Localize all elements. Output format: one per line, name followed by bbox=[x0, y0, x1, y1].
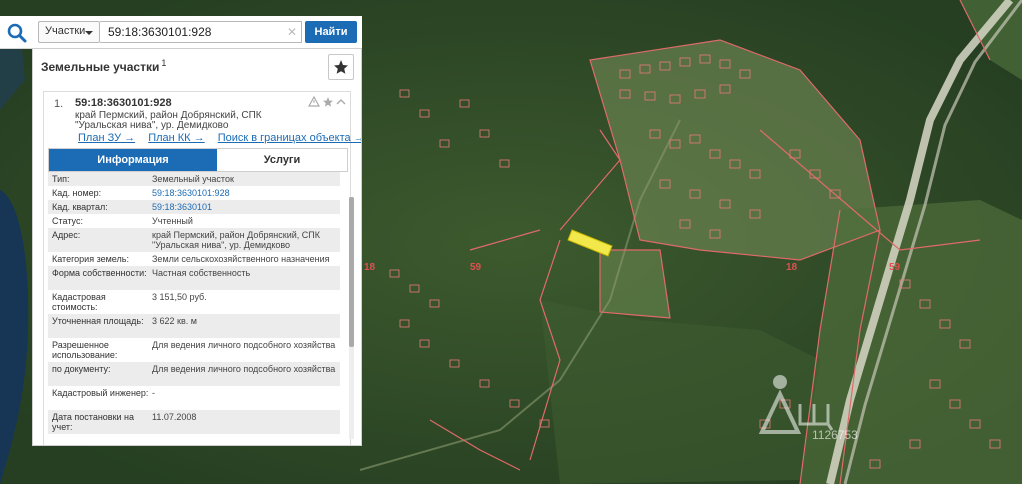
detail-value: 3 622 кв. м bbox=[152, 316, 197, 326]
star-icon[interactable] bbox=[323, 97, 333, 107]
detail-row: Статус: Учтенный bbox=[48, 214, 340, 228]
detail-value: Для ведения личного подсобного хозяйства bbox=[152, 364, 336, 374]
detail-key: Статус: bbox=[52, 216, 83, 226]
cian-logo-icon bbox=[758, 375, 834, 434]
result-address: край Пермский, район Добрянский, СПК "Ур… bbox=[75, 111, 345, 131]
detail-row: Адрес: край Пермский, район Добрянский, С… bbox=[48, 228, 340, 252]
detail-row: Кадастровый инженер: - bbox=[48, 386, 340, 410]
detail-row: Категория земель: Земли сельскохозяйствен… bbox=[48, 252, 340, 266]
scrollbar[interactable] bbox=[349, 197, 354, 439]
detail-tabs: Информация Услуги bbox=[48, 148, 348, 172]
star-icon bbox=[334, 60, 348, 74]
detail-value: Учтенный bbox=[152, 216, 193, 226]
search-input[interactable]: 59:18:3630101:928 bbox=[100, 21, 302, 43]
chevron-down-icon bbox=[85, 31, 93, 35]
detail-row: Уточненная площадь: 3 622 кв. м bbox=[48, 314, 340, 338]
detail-key: Уточненная площадь: bbox=[52, 316, 144, 326]
detail-value: 11.07.2008 bbox=[152, 412, 197, 422]
result-cad-number[interactable]: 59:18:3630101:928 bbox=[75, 97, 172, 109]
detail-row: Кадастровая стоимость: 3 151,50 руб. bbox=[48, 290, 340, 314]
panel-title-text: Земельные участки bbox=[41, 60, 160, 74]
detail-row: Кад. номер: 59:18:3630101:928 bbox=[48, 186, 340, 200]
search-bar: Участки 59:18:3630101:928 ✕ Найти bbox=[0, 16, 362, 49]
collapse-icon[interactable] bbox=[336, 99, 346, 105]
detail-row: Дата постановки на учет: 11.07.2008 bbox=[48, 410, 340, 434]
watermark-id: 1126753 bbox=[812, 428, 858, 442]
detail-key: Кад. номер: bbox=[52, 188, 102, 198]
detail-value-link[interactable]: 59:18:3630101 bbox=[152, 202, 338, 212]
map-label-59-east: 59 bbox=[889, 262, 901, 273]
search-icon[interactable] bbox=[6, 22, 28, 44]
result-index: 1. bbox=[54, 98, 64, 110]
plan-zu-link[interactable]: План ЗУ → bbox=[78, 132, 135, 144]
detail-value: Земельный участок bbox=[152, 174, 234, 184]
clear-icon[interactable]: ✕ bbox=[287, 25, 297, 39]
map-label-59: 59 bbox=[470, 262, 482, 273]
detail-value: 3 151,50 руб. bbox=[152, 292, 207, 302]
results-panel: Земельные участки 1 1. 59:18:3630101:928 … bbox=[32, 48, 362, 446]
detail-row: Тип: Земельный участок bbox=[48, 172, 340, 186]
detail-key: Форма собственности: bbox=[52, 268, 147, 278]
detail-value: Земли сельскохозяйственного назначения bbox=[152, 254, 330, 264]
scrollbar-thumb[interactable] bbox=[349, 197, 354, 347]
search-in-bounds-link[interactable]: Поиск в границах объекта → bbox=[218, 132, 361, 144]
detail-row: по документу: Для ведения личного подсобн… bbox=[48, 362, 340, 386]
detail-key: Кадастровая стоимость: bbox=[52, 292, 106, 312]
object-type-select[interactable]: Участки bbox=[38, 21, 100, 43]
map-label-18: 18 bbox=[364, 262, 376, 273]
result-address-line: "Уральская нива", ур. Демидково bbox=[75, 120, 229, 131]
results-count: 1 bbox=[161, 58, 167, 68]
detail-row: Разрешенное использование: Для ведения ли… bbox=[48, 338, 340, 362]
detail-key: Дата постановки на учет: bbox=[52, 412, 135, 432]
favorites-button[interactable] bbox=[328, 54, 354, 80]
detail-row: Кад. квартал: 59:18:3630101 bbox=[48, 200, 340, 214]
result-card[interactable]: 1. 59:18:3630101:928 край Пермский, райо… bbox=[43, 91, 361, 445]
tab-services[interactable]: Услуги bbox=[217, 149, 347, 171]
detail-key: Тип: bbox=[52, 174, 70, 184]
object-type-label: Участки bbox=[45, 25, 86, 37]
tab-info[interactable]: Информация bbox=[49, 149, 217, 171]
card-actions bbox=[308, 95, 346, 107]
detail-value-link[interactable]: 59:18:3630101:928 bbox=[152, 188, 338, 198]
detail-key: Адрес: bbox=[52, 230, 81, 240]
panel-title: Земельные участки 1 bbox=[41, 58, 166, 74]
plan-kk-link[interactable]: План КК → bbox=[148, 132, 204, 144]
find-button[interactable]: Найти bbox=[305, 21, 357, 43]
detail-key: Кад. квартал: bbox=[52, 202, 108, 212]
detail-value: Для ведения личного подсобного хозяйства bbox=[152, 340, 336, 350]
warning-icon[interactable] bbox=[308, 95, 321, 107]
detail-row: Форма собственности: Частная собственност… bbox=[48, 266, 340, 290]
detail-key: Разрешенное использование: bbox=[52, 340, 118, 360]
plan-links: План ЗУ → План КК → Поиск в границах объ… bbox=[78, 132, 361, 144]
detail-value: Частная собственность bbox=[152, 268, 251, 278]
detail-value: край Пермский, район Добрянский, СПК "Ур… bbox=[152, 230, 320, 250]
detail-value: - bbox=[152, 388, 155, 398]
detail-key: Категория земель: bbox=[52, 254, 129, 264]
detail-key: Кадастровый инженер: bbox=[52, 388, 149, 398]
map-label-18-east: 18 bbox=[786, 262, 798, 273]
detail-key: по документу: bbox=[52, 364, 111, 374]
